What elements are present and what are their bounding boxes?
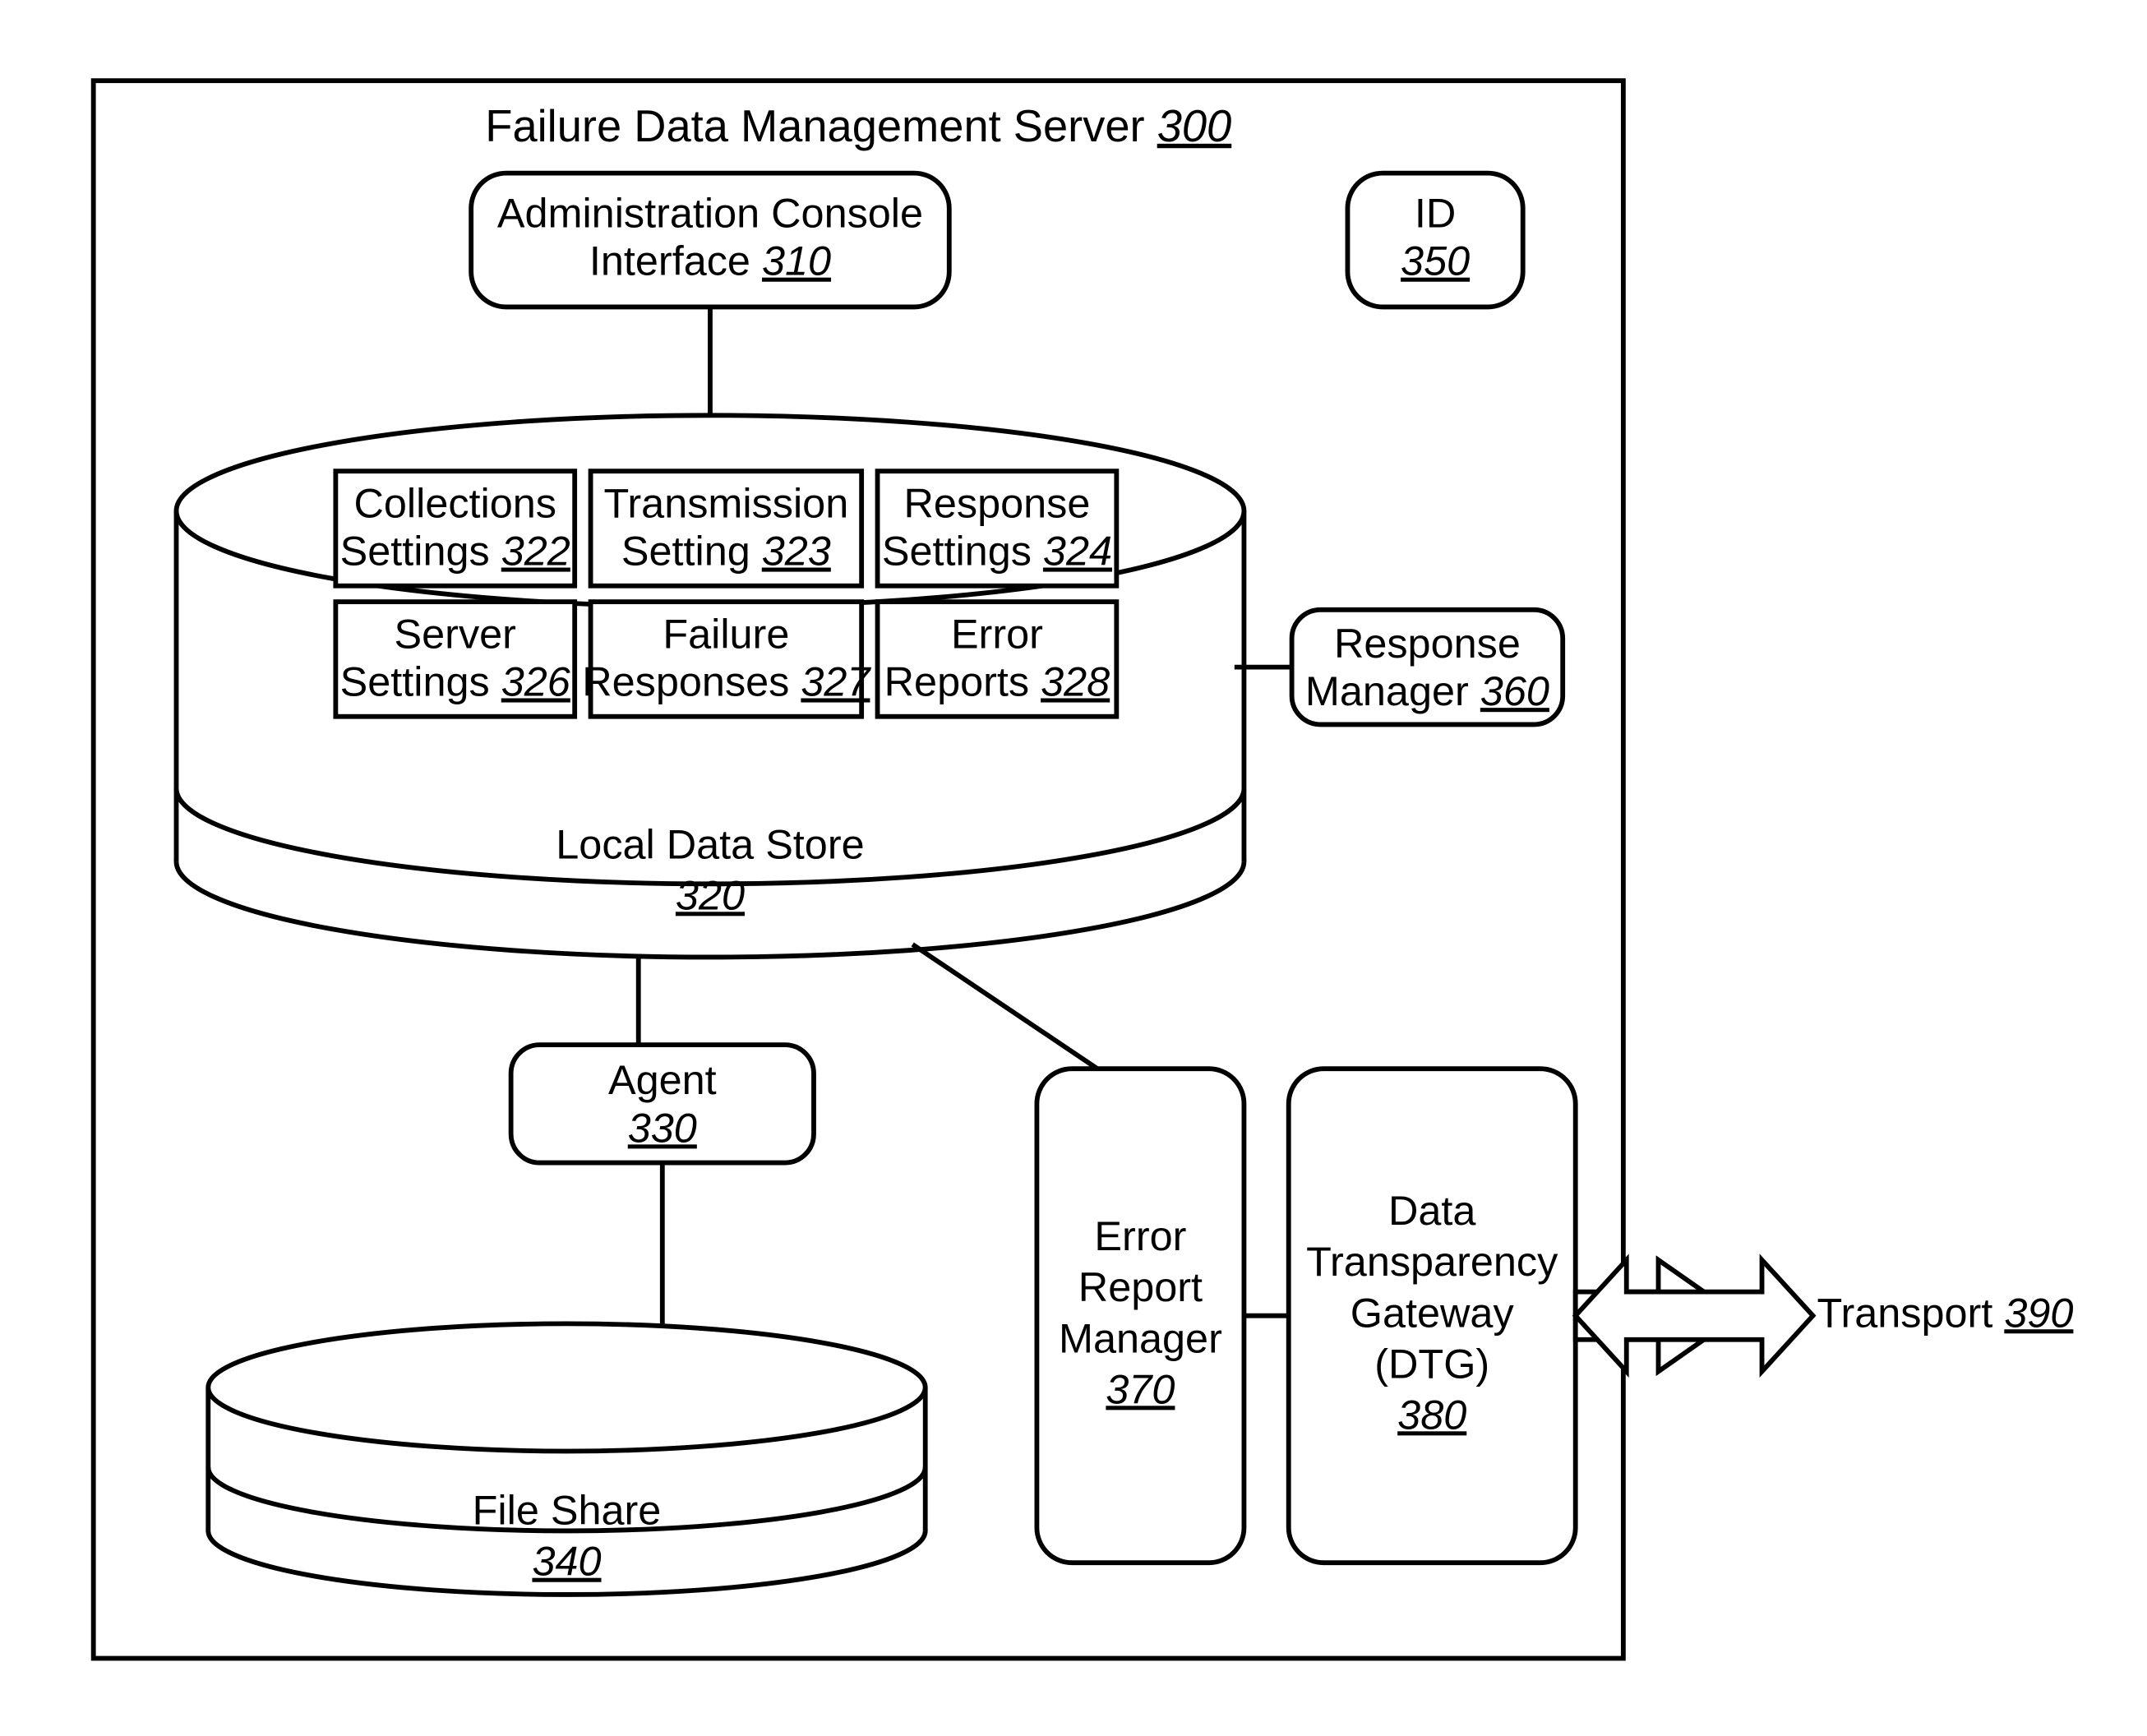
- cell-collections-settings: Collections Settings 322: [335, 471, 575, 586]
- diagram-title: Failure Data Management Server 300: [485, 101, 1231, 151]
- svg-text:Failure: Failure: [663, 610, 789, 657]
- errmgr-line1: Error: [1094, 1212, 1186, 1259]
- svg-text:Responses 327: Responses 327: [582, 658, 871, 705]
- dtg-line2: Transparency: [1306, 1238, 1558, 1285]
- diagram-root: Failure Data Management Server 300 Admin…: [33, 33, 2114, 1703]
- fileshare-ref: 340: [532, 1538, 601, 1585]
- response-manager-label-2: Manager 360: [1305, 667, 1549, 714]
- errmgr-line3: Manager: [1059, 1314, 1222, 1361]
- cell-server-settings: Server Settings 326: [335, 602, 575, 717]
- cell-failure-responses: Failure Responses 327: [582, 602, 871, 717]
- svg-text:Collections: Collections: [354, 479, 556, 526]
- svg-text:Response: Response: [903, 479, 1090, 526]
- cell-transmission-setting: Transmission Setting 323: [591, 471, 862, 586]
- agent-label: Agent: [608, 1056, 717, 1103]
- id-ref: 350: [1401, 238, 1470, 284]
- admin-console-label: Administration Console: [497, 190, 923, 237]
- id-label: ID: [1415, 190, 1456, 237]
- errmgr-line2: Report: [1078, 1263, 1203, 1310]
- admin-console-label-2: Interface 310: [589, 238, 831, 284]
- datastore-label: Local Data Store: [556, 820, 864, 867]
- agent-ref: 330: [628, 1104, 697, 1151]
- transport-label: Transport 390: [1817, 1289, 2074, 1336]
- errmgr-ref: 370: [1106, 1365, 1175, 1412]
- fileshare-label: File Share: [473, 1487, 662, 1534]
- svg-text:Server: Server: [395, 610, 516, 657]
- svg-text:Settings 322: Settings 322: [340, 528, 570, 575]
- connector-datastore-errmgr: [912, 944, 1097, 1069]
- cell-error-reports: Error Reports 328: [878, 602, 1117, 717]
- dtg-line3: Gateway: [1351, 1289, 1515, 1336]
- svg-text:Settings 326: Settings 326: [340, 658, 571, 705]
- svg-text:Setting 323: Setting 323: [621, 528, 831, 575]
- response-manager-label-1: Response: [1334, 620, 1521, 667]
- double-arrow: [1576, 1260, 1813, 1372]
- datastore-ref: 320: [676, 871, 745, 918]
- dtg-ref: 380: [1397, 1391, 1466, 1438]
- svg-text:Transmission: Transmission: [603, 479, 848, 526]
- svg-text:Error: Error: [951, 610, 1043, 657]
- svg-text:Settings 324: Settings 324: [882, 528, 1112, 575]
- dtg-line4: (DTG): [1374, 1340, 1489, 1387]
- dtg-line1: Data: [1388, 1187, 1476, 1234]
- cell-response-settings: Response Settings 324: [878, 471, 1117, 586]
- svg-text:Reports 328: Reports 328: [884, 658, 1110, 705]
